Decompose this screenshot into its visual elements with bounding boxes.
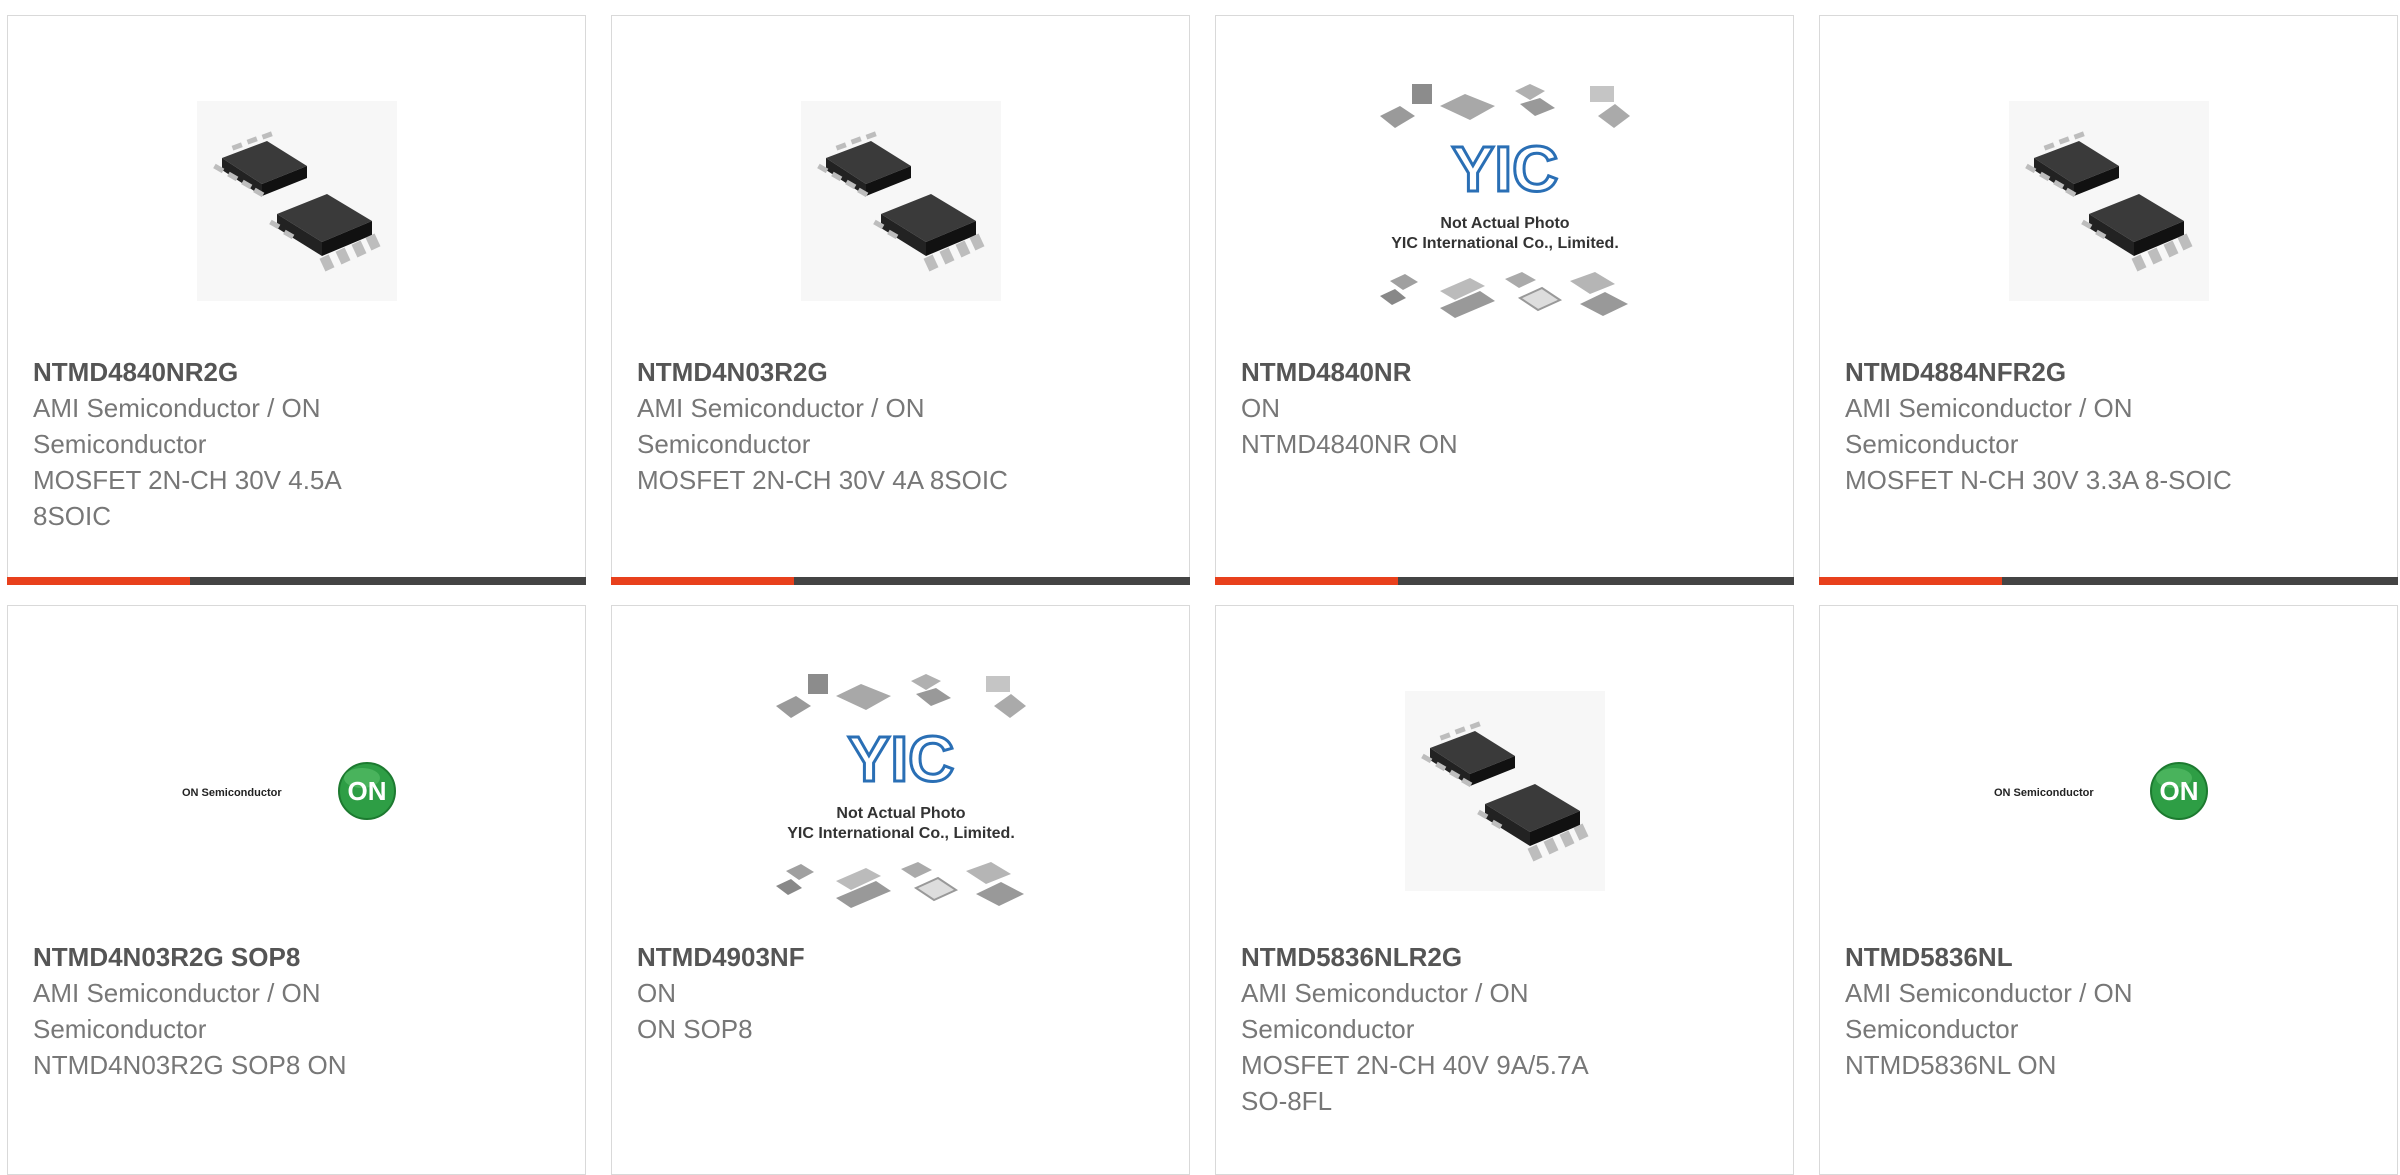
on-wordmark: ON Semiconductor bbox=[1994, 787, 2094, 799]
product-info: NTMD4N03R2G SOP8 AMI Semiconductor / ON S… bbox=[33, 939, 560, 1083]
not-actual-photo-icon[interactable]: YIC Not Actual Photo YIC International C… bbox=[1216, 66, 1793, 336]
product-card[interactable]: NTMD5836NLR2G AMI Semiconductor / ON Semi… bbox=[1215, 605, 1794, 1175]
product-info: NTMD4N03R2G AMI Semiconductor / ON Semico… bbox=[637, 354, 1164, 498]
on-semi-logo-icon[interactable]: ON Semiconductor ON bbox=[8, 656, 585, 926]
card-accent-bar bbox=[7, 577, 190, 585]
product-card[interactable]: ON Semiconductor ON NTMD5836NL AMI Semico… bbox=[1819, 605, 2398, 1175]
part-number[interactable]: NTMD5836NL bbox=[1845, 939, 2372, 975]
product-info: NTMD4840NR ON NTMD4840NR ON bbox=[1241, 354, 1768, 462]
description: MOSFET 2N-CH 30V 4A 8SOIC bbox=[637, 465, 1008, 495]
chip-icon[interactable] bbox=[8, 66, 585, 336]
part-number[interactable]: NTMD4840NR bbox=[1241, 354, 1768, 390]
manufacturer: ON bbox=[637, 978, 676, 1008]
yic-company-text: YIC International Co., Limited. bbox=[1391, 235, 1619, 252]
on-badge-text: ON bbox=[2159, 776, 2198, 806]
product-card[interactable]: NTMD4840NR2G AMI Semiconductor / ON Semic… bbox=[7, 15, 586, 585]
product-info: NTMD4884NFR2G AMI Semiconductor / ON Semi… bbox=[1845, 354, 2372, 498]
product-info: NTMD5836NLR2G AMI Semiconductor / ON Semi… bbox=[1241, 939, 1768, 1119]
manufacturer: AMI Semiconductor / ON Semiconductor bbox=[1845, 393, 2133, 459]
part-number[interactable]: NTMD4903NF bbox=[637, 939, 1164, 975]
on-semi-logo-icon[interactable]: ON Semiconductor ON bbox=[1820, 656, 2397, 926]
product-card[interactable]: YIC Not Actual Photo YIC International C… bbox=[611, 605, 1190, 1175]
part-number[interactable]: NTMD4884NFR2G bbox=[1845, 354, 2372, 390]
product-card[interactable]: NTMD4884NFR2G AMI Semiconductor / ON Semi… bbox=[1819, 15, 2398, 585]
manufacturer: AMI Semiconductor / ON Semiconductor bbox=[1845, 978, 2133, 1044]
description: NTMD5836NL ON bbox=[1845, 1050, 2057, 1080]
description: MOSFET 2N-CH 40V 9A/5.7A SO-8FL bbox=[1241, 1050, 1588, 1116]
part-number[interactable]: NTMD4N03R2G bbox=[637, 354, 1164, 390]
description: ON SOP8 bbox=[637, 1014, 753, 1044]
on-badge-text: ON bbox=[347, 776, 386, 806]
description: MOSFET N-CH 30V 3.3A 8-SOIC bbox=[1845, 465, 2232, 495]
part-number[interactable]: NTMD4N03R2G SOP8 bbox=[33, 939, 560, 975]
chip-icon[interactable] bbox=[1216, 656, 1793, 926]
part-number[interactable]: NTMD4840NR2G bbox=[33, 354, 560, 390]
description: NTMD4840NR ON bbox=[1241, 429, 1458, 459]
product-card[interactable]: YIC Not Actual Photo YIC International C… bbox=[1215, 15, 1794, 585]
not-actual-photo-text: Not Actual Photo bbox=[836, 805, 965, 822]
on-wordmark: ON Semiconductor bbox=[182, 787, 282, 799]
product-card[interactable]: ON Semiconductor ON NTMD4N03R2G SOP8 AMI … bbox=[7, 605, 586, 1175]
product-card[interactable]: NTMD4N03R2G AMI Semiconductor / ON Semico… bbox=[611, 15, 1190, 585]
manufacturer: AMI Semiconductor / ON Semiconductor bbox=[1241, 978, 1529, 1044]
card-bottom-bar bbox=[611, 577, 1190, 585]
card-bottom-bar bbox=[1819, 577, 2398, 585]
card-accent-bar bbox=[1215, 577, 1398, 585]
product-info: NTMD5836NL AMI Semiconductor / ON Semicon… bbox=[1845, 939, 2372, 1083]
card-bottom-bar bbox=[1215, 577, 1794, 585]
product-grid: NTMD4840NR2G AMI Semiconductor / ON Semic… bbox=[7, 15, 2400, 1175]
card-accent-bar bbox=[1819, 577, 2002, 585]
description: NTMD4N03R2G SOP8 ON bbox=[33, 1050, 347, 1080]
card-bottom-bar bbox=[7, 577, 586, 585]
manufacturer: AMI Semiconductor / ON Semiconductor bbox=[637, 393, 925, 459]
not-actual-photo-text: Not Actual Photo bbox=[1440, 215, 1569, 232]
not-actual-photo-icon[interactable]: YIC Not Actual Photo YIC International C… bbox=[612, 656, 1189, 926]
chip-icon[interactable] bbox=[612, 66, 1189, 336]
chip-icon[interactable] bbox=[1820, 66, 2397, 336]
product-info: NTMD4903NF ON ON SOP8 bbox=[637, 939, 1164, 1047]
product-info: NTMD4840NR2G AMI Semiconductor / ON Semic… bbox=[33, 354, 560, 534]
yic-logo-text: YIC bbox=[1451, 133, 1558, 205]
description: MOSFET 2N-CH 30V 4.5A 8SOIC bbox=[33, 465, 341, 531]
yic-company-text: YIC International Co., Limited. bbox=[787, 825, 1015, 842]
part-number[interactable]: NTMD5836NLR2G bbox=[1241, 939, 1768, 975]
card-accent-bar bbox=[611, 577, 794, 585]
manufacturer: AMI Semiconductor / ON Semiconductor bbox=[33, 978, 321, 1044]
manufacturer: AMI Semiconductor / ON Semiconductor bbox=[33, 393, 321, 459]
manufacturer: ON bbox=[1241, 393, 1280, 423]
yic-logo-text: YIC bbox=[847, 723, 954, 795]
